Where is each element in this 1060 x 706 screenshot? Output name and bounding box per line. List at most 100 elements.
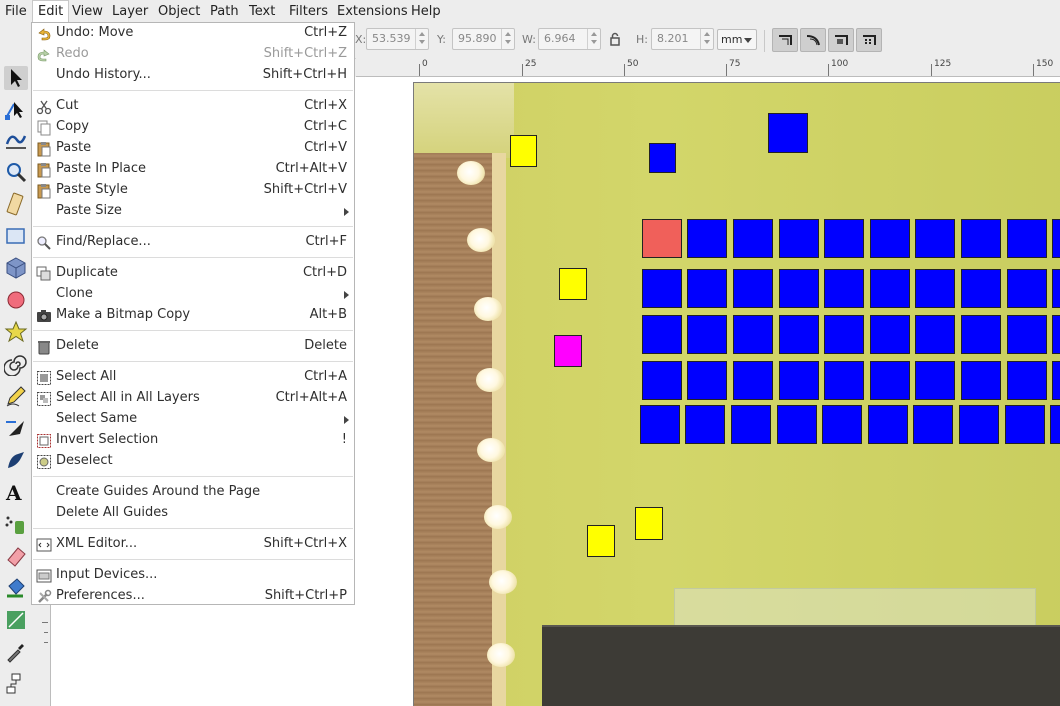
menu-item-invert-selection[interactable]: Invert Selection ! xyxy=(32,430,354,451)
grid-square[interactable] xyxy=(1052,361,1060,400)
menu-item-paste-size[interactable]: Paste Size xyxy=(32,201,354,222)
grid-square[interactable] xyxy=(777,405,817,444)
yellow-square[interactable] xyxy=(587,525,615,557)
grid-square[interactable] xyxy=(779,315,819,354)
menu-item-cut[interactable]: Cut Ctrl+X xyxy=(32,96,354,117)
grid-square[interactable] xyxy=(915,269,955,308)
grid-square[interactable] xyxy=(687,315,727,354)
grid-square[interactable] xyxy=(1052,315,1060,354)
dropper-tool[interactable] xyxy=(4,640,28,664)
grid-square[interactable] xyxy=(870,219,910,258)
grid-square[interactable] xyxy=(1007,315,1047,354)
spray-tool[interactable] xyxy=(4,512,28,536)
grid-square[interactable] xyxy=(961,361,1001,400)
grid-square[interactable] xyxy=(1050,405,1060,444)
grid-square[interactable] xyxy=(733,315,773,354)
menu-edit[interactable]: Edit xyxy=(32,0,70,23)
grid-square[interactable] xyxy=(1007,269,1047,308)
y-field[interactable]: 95.890 xyxy=(452,28,515,50)
node-tool[interactable] xyxy=(4,98,28,122)
grid-square[interactable] xyxy=(824,269,864,308)
red-square[interactable] xyxy=(642,219,682,258)
menu-item-undo-history[interactable]: Undo History... Shift+Ctrl+H xyxy=(32,65,354,86)
grid-square[interactable] xyxy=(687,269,727,308)
grid-square[interactable] xyxy=(870,361,910,400)
selector-tool[interactable] xyxy=(4,66,28,90)
h-field[interactable]: 8.201 xyxy=(651,28,714,50)
w-field[interactable]: 6.964 xyxy=(538,28,601,50)
spiral-tool[interactable] xyxy=(3,352,28,377)
blue-square[interactable] xyxy=(649,143,676,173)
grid-square[interactable] xyxy=(870,315,910,354)
pen-tool[interactable] xyxy=(4,416,28,440)
menu-object[interactable]: Object xyxy=(153,0,205,23)
menu-item-paste-in-place[interactable]: Paste In Place Ctrl+Alt+V xyxy=(32,159,354,180)
grid-square[interactable] xyxy=(959,405,999,444)
menu-item-delete-guides[interactable]: Delete All Guides xyxy=(32,503,354,524)
grid-square[interactable] xyxy=(868,405,908,444)
menu-item-undo[interactable]: Undo: Move Ctrl+Z xyxy=(32,23,354,44)
calligraphy-tool[interactable] xyxy=(4,448,28,472)
grid-square[interactable] xyxy=(824,219,864,258)
menu-item-xml-editor[interactable]: XML Editor... Shift+Ctrl+X xyxy=(32,534,354,555)
grid-square[interactable] xyxy=(640,405,680,444)
grid-square[interactable] xyxy=(687,219,727,258)
menu-item-select-all-layers[interactable]: Select All in All Layers Ctrl+Alt+A xyxy=(32,388,354,409)
paint-bucket-tool[interactable] xyxy=(4,576,28,600)
tweak-tool[interactable] xyxy=(4,128,28,152)
grid-square[interactable] xyxy=(642,315,682,354)
pencil-tool[interactable] xyxy=(4,384,28,408)
menu-item-input-devices[interactable]: Input Devices... xyxy=(32,565,354,586)
menu-text[interactable]: Text xyxy=(244,0,280,23)
menu-item-deselect[interactable]: Deselect xyxy=(32,451,354,472)
grid-square[interactable] xyxy=(779,219,819,258)
grid-square[interactable] xyxy=(961,269,1001,308)
grid-square[interactable] xyxy=(1007,219,1047,258)
grid-square[interactable] xyxy=(642,361,682,400)
menu-item-clone[interactable]: Clone xyxy=(32,284,354,305)
grid-square[interactable] xyxy=(915,361,955,400)
menu-filters[interactable]: Filters xyxy=(284,0,333,23)
lock-icon[interactable] xyxy=(609,32,621,46)
grid-square[interactable] xyxy=(779,361,819,400)
blue-square[interactable] xyxy=(768,113,808,153)
grid-square[interactable] xyxy=(1007,361,1047,400)
menu-view[interactable]: View xyxy=(67,0,108,23)
menu-item-select-all[interactable]: Select All Ctrl+A xyxy=(32,367,354,388)
grid-square[interactable] xyxy=(1005,405,1045,444)
gradient-tool[interactable] xyxy=(4,608,28,632)
grid-square[interactable] xyxy=(870,269,910,308)
grid-square[interactable] xyxy=(687,361,727,400)
grid-square[interactable] xyxy=(1052,219,1060,258)
star-tool[interactable] xyxy=(4,320,28,344)
menu-layer[interactable]: Layer xyxy=(107,0,153,23)
x-spinner-arrows[interactable] xyxy=(415,29,428,49)
grid-square[interactable] xyxy=(913,405,953,444)
menu-item-duplicate[interactable]: Duplicate Ctrl+D xyxy=(32,263,354,284)
menu-help[interactable]: Help xyxy=(406,0,446,23)
magenta-square[interactable] xyxy=(554,335,582,367)
menu-item-preferences[interactable]: Preferences... Shift+Ctrl+P xyxy=(32,586,354,607)
connector-tool[interactable] xyxy=(4,672,28,696)
yellow-square[interactable] xyxy=(559,268,587,300)
menu-item-paste-style[interactable]: Paste Style Shift+Ctrl+V xyxy=(32,180,354,201)
w-spinner-arrows[interactable] xyxy=(587,29,600,49)
3d-box-tool[interactable] xyxy=(4,256,28,280)
ellipse-tool[interactable] xyxy=(4,288,28,312)
grid-square[interactable] xyxy=(961,315,1001,354)
scale-corners-button[interactable] xyxy=(800,28,826,52)
h-spinner-arrows[interactable] xyxy=(700,29,713,49)
eraser-tool[interactable] xyxy=(4,544,28,568)
grid-square[interactable] xyxy=(1052,269,1060,308)
yellow-square[interactable] xyxy=(510,135,537,167)
menu-item-bitmap-copy[interactable]: Make a Bitmap Copy Alt+B xyxy=(32,305,354,326)
move-gradients-button[interactable] xyxy=(828,28,854,52)
unit-select[interactable]: mm xyxy=(717,29,757,50)
menu-item-find-replace[interactable]: Find/Replace... Ctrl+F xyxy=(32,232,354,253)
grid-square[interactable] xyxy=(915,219,955,258)
grid-square[interactable] xyxy=(961,219,1001,258)
scale-stroke-button[interactable] xyxy=(772,28,798,52)
rectangle-tool[interactable] xyxy=(4,224,28,248)
zoom-tool[interactable] xyxy=(4,160,28,184)
menu-item-copy[interactable]: Copy Ctrl+C xyxy=(32,117,354,138)
